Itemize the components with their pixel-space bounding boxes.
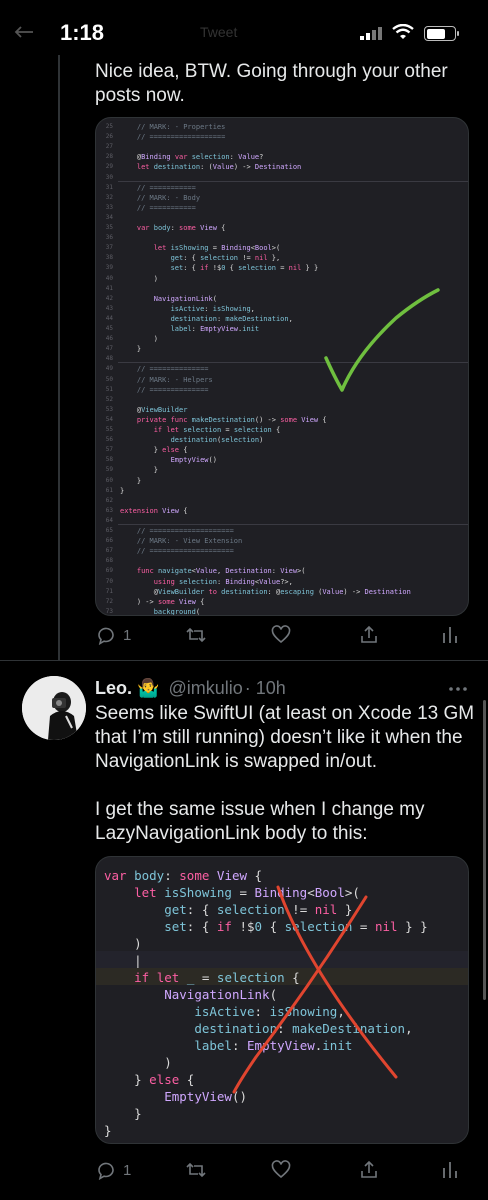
analytics-icon bbox=[443, 1162, 457, 1178]
share-button[interactable] bbox=[359, 625, 379, 645]
like-button[interactable] bbox=[271, 625, 291, 645]
scrollbar[interactable] bbox=[483, 700, 486, 1000]
heart-icon bbox=[271, 625, 291, 644]
retweet-button-2[interactable] bbox=[185, 1160, 207, 1180]
analytics-button[interactable] bbox=[441, 625, 459, 645]
tweet-1-line-2: posts now. bbox=[95, 85, 185, 106]
retweet-button[interactable] bbox=[185, 625, 207, 645]
green-checkmark-drawing bbox=[324, 288, 440, 392]
tweet-1-actions: 1 bbox=[95, 625, 465, 649]
tweet-2-actions: 1 bbox=[95, 1160, 465, 1184]
retweet-icon bbox=[186, 627, 206, 643]
more-options-icon[interactable] bbox=[448, 686, 468, 692]
tweet-2-line-1: Seems like SwiftUI (at least on Xcode 13… bbox=[95, 703, 475, 724]
heart-icon bbox=[271, 1160, 291, 1179]
tweet-divider bbox=[0, 660, 488, 661]
reply-count: 1 bbox=[123, 626, 132, 644]
reply-count-2: 1 bbox=[123, 1161, 132, 1179]
analytics-button-2[interactable] bbox=[441, 1160, 459, 1180]
tweet-2-line-6: LazyNavigationLink body to this: bbox=[95, 823, 368, 844]
reply-button[interactable]: 1 bbox=[95, 625, 131, 645]
author-emoji: 🤷‍♂️ bbox=[137, 678, 160, 698]
tweet-2-text: Seems like SwiftUI (at least on Xcode 13… bbox=[95, 702, 475, 846]
share-icon bbox=[361, 625, 377, 643]
tweet-2-line-3: NavigationLink is swapped in/out. bbox=[95, 751, 378, 772]
share-icon bbox=[361, 1160, 377, 1178]
cellular-signal-icon bbox=[360, 27, 382, 40]
tweet-2-line-4 bbox=[95, 774, 475, 798]
tweet-1-code-image[interactable]: 25 // MARK: - Properties 26 // ==========… bbox=[95, 117, 469, 616]
nav-title: Tweet bbox=[200, 24, 238, 40]
status-bar: 1:18 Tweet bbox=[0, 0, 488, 62]
like-button-2[interactable] bbox=[271, 1160, 291, 1180]
tweet-2-line-2: that I’m still running) doesn’t like it … bbox=[95, 727, 463, 748]
author-name[interactable]: Leo. bbox=[95, 678, 132, 698]
battery-icon bbox=[424, 26, 459, 41]
status-time: 1:18 bbox=[60, 20, 105, 45]
retweet-icon bbox=[186, 1162, 206, 1178]
avatar-photo bbox=[22, 676, 86, 740]
wifi-icon bbox=[392, 24, 414, 39]
author-handle[interactable]: @imkulio bbox=[168, 678, 242, 698]
reply-icon bbox=[98, 627, 114, 645]
thread-connector bbox=[58, 55, 60, 660]
reply-button-2[interactable]: 1 bbox=[95, 1160, 131, 1180]
reply-icon bbox=[98, 1162, 114, 1180]
tweet-time: · 10h bbox=[244, 678, 286, 698]
tweet-2-header: Leo. 🤷‍♂️ @imkulio · 10h bbox=[95, 676, 286, 700]
analytics-icon bbox=[443, 627, 457, 643]
back-arrow-icon[interactable] bbox=[14, 26, 34, 38]
tweet-2-line-5: I get the same issue when I change my bbox=[95, 799, 425, 820]
avatar[interactable] bbox=[22, 676, 86, 740]
tweet-1-text: Nice idea, BTW. Going through your other… bbox=[95, 60, 475, 108]
tweet-2-code-image[interactable]: var body: some View { let isShowing = Bi… bbox=[95, 856, 469, 1144]
red-cross-drawing bbox=[232, 885, 398, 1094]
tweet-1-line-1: Nice idea, BTW. Going through your other bbox=[95, 61, 448, 82]
share-button-2[interactable] bbox=[359, 1160, 379, 1180]
